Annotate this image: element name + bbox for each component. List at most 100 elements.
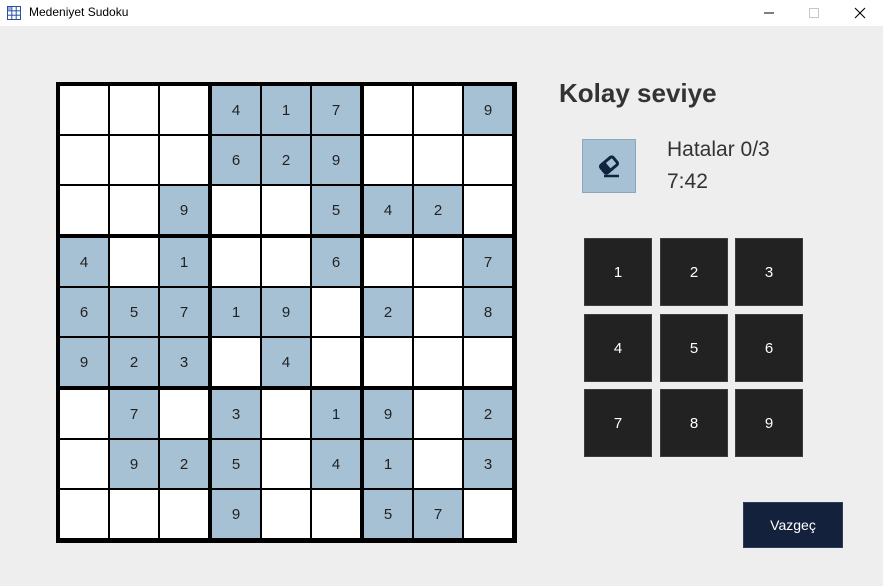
sudoku-cell-r9c5[interactable] [262, 490, 310, 538]
sudoku-cell-r2c7[interactable] [364, 136, 412, 184]
sudoku-cell-r4c2[interactable] [110, 238, 158, 286]
sudoku-cell-r7c5[interactable] [262, 390, 310, 438]
sudoku-cell-r1c1[interactable] [60, 86, 108, 134]
sudoku-cell-r4c4[interactable] [212, 238, 260, 286]
numpad-key-8[interactable]: 8 [660, 389, 728, 457]
sudoku-cell-r2c4[interactable]: 6 [212, 136, 260, 184]
close-icon [854, 7, 866, 19]
sudoku-cell-r1c6[interactable]: 7 [312, 86, 360, 134]
sudoku-cell-r7c7[interactable]: 9 [364, 390, 412, 438]
numpad-key-1[interactable]: 1 [584, 238, 652, 306]
sudoku-cell-r5c7[interactable]: 2 [364, 288, 412, 336]
sudoku-cell-r3c6[interactable]: 5 [312, 186, 360, 234]
numpad-key-4[interactable]: 4 [584, 314, 652, 382]
sudoku-cell-r1c4[interactable]: 4 [212, 86, 260, 134]
sudoku-cell-r8c9[interactable]: 3 [464, 440, 512, 488]
sudoku-cell-r7c6[interactable]: 1 [312, 390, 360, 438]
sudoku-cell-r5c4[interactable]: 1 [212, 288, 260, 336]
sudoku-cell-r3c3[interactable]: 9 [160, 186, 208, 234]
sudoku-cell-r1c9[interactable]: 9 [464, 86, 512, 134]
sudoku-cell-r9c1[interactable] [60, 490, 108, 538]
sudoku-cell-r6c1[interactable]: 9 [60, 338, 108, 386]
eraser-button[interactable] [582, 139, 636, 193]
sudoku-cell-r1c7[interactable] [364, 86, 412, 134]
eraser-icon [598, 155, 620, 178]
sudoku-cell-r5c2[interactable]: 5 [110, 288, 158, 336]
numpad-key-5[interactable]: 5 [660, 314, 728, 382]
sudoku-cell-r9c3[interactable] [160, 490, 208, 538]
sudoku-cell-r1c3[interactable] [160, 86, 208, 134]
sudoku-cell-r5c1[interactable]: 6 [60, 288, 108, 336]
sudoku-cell-r7c4[interactable]: 3 [212, 390, 260, 438]
sudoku-cell-r3c5[interactable] [262, 186, 310, 234]
sudoku-cell-r3c9[interactable] [464, 186, 512, 234]
sudoku-cell-r4c5[interactable] [262, 238, 310, 286]
sudoku-cell-r4c9[interactable]: 7 [464, 238, 512, 286]
numpad-key-6[interactable]: 6 [735, 314, 803, 382]
minimize-icon [764, 12, 774, 14]
sudoku-cell-r8c6[interactable]: 4 [312, 440, 360, 488]
sudoku-cell-r6c2[interactable]: 2 [110, 338, 158, 386]
numpad-key-9[interactable]: 9 [735, 389, 803, 457]
sudoku-cell-r8c5[interactable] [262, 440, 310, 488]
sudoku-cell-r5c3[interactable]: 7 [160, 288, 208, 336]
sudoku-cell-r2c9[interactable] [464, 136, 512, 184]
sudoku-cell-r4c1[interactable]: 4 [60, 238, 108, 286]
sudoku-cell-r8c8[interactable] [414, 440, 462, 488]
sudoku-cell-r2c6[interactable]: 9 [312, 136, 360, 184]
sudoku-cell-r4c3[interactable]: 1 [160, 238, 208, 286]
sudoku-cell-r7c9[interactable]: 2 [464, 390, 512, 438]
sudoku-cell-r1c5[interactable]: 1 [262, 86, 310, 134]
sudoku-cell-r8c1[interactable] [60, 440, 108, 488]
sudoku-cell-r2c8[interactable] [414, 136, 462, 184]
sudoku-cell-r2c1[interactable] [60, 136, 108, 184]
sudoku-cell-r9c9[interactable] [464, 490, 512, 538]
sudoku-cell-r3c2[interactable] [110, 186, 158, 234]
sudoku-cell-r4c8[interactable] [414, 238, 462, 286]
close-button[interactable] [837, 0, 883, 26]
sudoku-cell-r4c6[interactable]: 6 [312, 238, 360, 286]
sudoku-cell-r6c4[interactable] [212, 338, 260, 386]
sudoku-cell-r3c8[interactable]: 2 [414, 186, 462, 234]
sudoku-cell-r3c1[interactable] [60, 186, 108, 234]
sudoku-cell-r2c3[interactable] [160, 136, 208, 184]
numpad-key-2[interactable]: 2 [660, 238, 728, 306]
sudoku-cell-r6c3[interactable]: 3 [160, 338, 208, 386]
sudoku-cell-r9c7[interactable]: 5 [364, 490, 412, 538]
sudoku-cell-r1c8[interactable] [414, 86, 462, 134]
sudoku-cell-r8c7[interactable]: 1 [364, 440, 412, 488]
sudoku-cell-r6c5[interactable]: 4 [262, 338, 310, 386]
sudoku-cell-r7c3[interactable] [160, 390, 208, 438]
maximize-button[interactable] [791, 0, 837, 26]
sudoku-cell-r4c7[interactable] [364, 238, 412, 286]
sudoku-cell-r3c7[interactable]: 4 [364, 186, 412, 234]
sudoku-cell-r7c2[interactable]: 7 [110, 390, 158, 438]
maximize-icon [809, 8, 819, 18]
sudoku-cell-r7c1[interactable] [60, 390, 108, 438]
sudoku-cell-r6c9[interactable] [464, 338, 512, 386]
sudoku-cell-r8c2[interactable]: 9 [110, 440, 158, 488]
sudoku-cell-r6c8[interactable] [414, 338, 462, 386]
sudoku-cell-r9c6[interactable] [312, 490, 360, 538]
sudoku-cell-r9c8[interactable]: 7 [414, 490, 462, 538]
sudoku-cell-r8c4[interactable]: 5 [212, 440, 260, 488]
sudoku-cell-r5c8[interactable] [414, 288, 462, 336]
sudoku-cell-r8c3[interactable]: 2 [160, 440, 208, 488]
sudoku-cell-r3c4[interactable] [212, 186, 260, 234]
minimize-button[interactable] [746, 0, 792, 26]
numpad-key-3[interactable]: 3 [735, 238, 803, 306]
numpad-key-7[interactable]: 7 [584, 389, 652, 457]
sudoku-cell-r5c6[interactable] [312, 288, 360, 336]
sudoku-cell-r9c2[interactable] [110, 490, 158, 538]
sudoku-cell-r6c6[interactable] [312, 338, 360, 386]
sudoku-cell-r2c2[interactable] [110, 136, 158, 184]
sudoku-cell-r1c2[interactable] [110, 86, 158, 134]
sudoku-cell-r5c9[interactable]: 8 [464, 288, 512, 336]
sudoku-cell-r7c8[interactable] [414, 390, 462, 438]
level-title: Kolay seviye [559, 78, 717, 108]
sudoku-cell-r2c5[interactable]: 2 [262, 136, 310, 184]
sudoku-cell-r5c5[interactable]: 9 [262, 288, 310, 336]
sudoku-cell-r6c7[interactable] [364, 338, 412, 386]
sudoku-cell-r9c4[interactable]: 9 [212, 490, 260, 538]
cancel-button[interactable]: Vazgeç [743, 502, 843, 548]
